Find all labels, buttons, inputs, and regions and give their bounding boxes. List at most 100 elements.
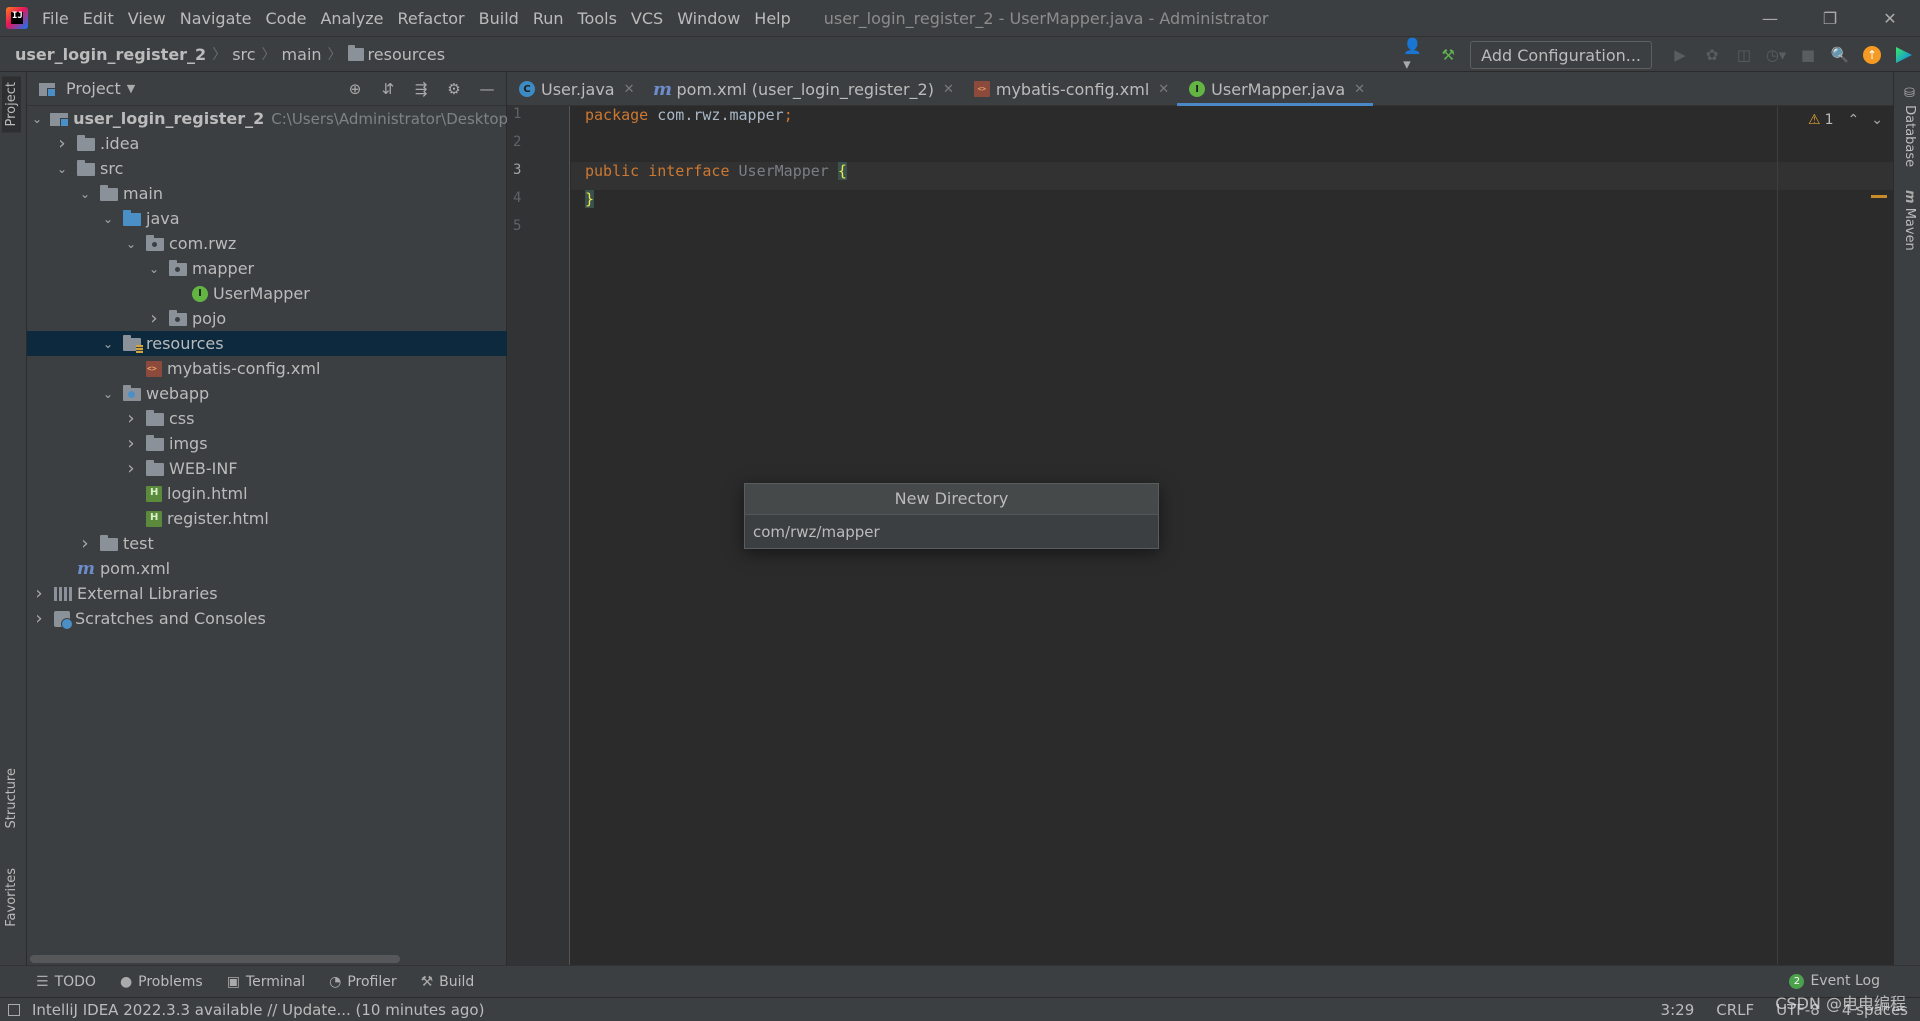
close-icon[interactable]: ✕ xyxy=(1158,82,1169,97)
structure-stripe-tab[interactable]: Structure xyxy=(2,762,21,834)
line-number[interactable]: 2 xyxy=(507,134,569,162)
chevron-right-icon[interactable]: › xyxy=(78,533,92,554)
tree-row[interactable]: › .idea xyxy=(27,131,507,156)
menu-vcs[interactable]: VCS xyxy=(624,9,670,28)
update-icon[interactable]: ↑ xyxy=(1859,42,1885,68)
tool-windows-icon[interactable] xyxy=(8,1003,20,1016)
close-icon[interactable]: ✕ xyxy=(1860,0,1920,36)
menu-window[interactable]: Window xyxy=(670,9,747,28)
close-icon[interactable]: ✕ xyxy=(624,82,635,97)
chevron-right-icon[interactable]: › xyxy=(124,433,138,454)
chevron-right-icon[interactable]: › xyxy=(124,408,138,429)
chevron-right-icon[interactable]: › xyxy=(32,608,46,629)
menu-code[interactable]: Code xyxy=(259,9,314,28)
breadcrumb-resources[interactable]: resources xyxy=(368,45,446,64)
status-message[interactable]: IntelliJ IDEA 2022.3.3 available // Upda… xyxy=(32,1001,484,1019)
tree-row[interactable]: ›mybatis-config.xml xyxy=(27,356,507,381)
tree-row[interactable]: ⌄ user_login_register_2 C:\Users\Administr… xyxy=(27,106,546,131)
chevron-down-icon[interactable]: ⌄ xyxy=(78,187,92,201)
tree-row[interactable]: › pojo xyxy=(27,306,507,331)
gear-icon[interactable]: ⚙ xyxy=(441,76,467,102)
tree-row[interactable]: ›login.html xyxy=(27,481,507,506)
line-number[interactable]: 4 xyxy=(507,190,569,218)
minimize-icon[interactable]: — xyxy=(1740,0,1800,36)
database-stripe-tab[interactable]: ⛁ Database xyxy=(1902,86,1917,167)
debug-icon[interactable]: ✿ xyxy=(1699,42,1725,68)
caret-position[interactable]: 3:29 xyxy=(1661,1001,1695,1019)
chevron-right-icon[interactable]: › xyxy=(124,458,138,479)
tree-row[interactable]: ⌄ main xyxy=(27,181,507,206)
tool-button-build[interactable]: ⚒ Build xyxy=(421,974,475,990)
tree-row[interactable]: › WEB-INF xyxy=(27,456,507,481)
chevron-down-icon[interactable]: ⌄ xyxy=(101,387,115,401)
tree-row[interactable]: ⌄ com.rwz xyxy=(27,231,507,256)
chevron-down-icon[interactable]: ⌄ xyxy=(101,212,115,226)
favorites-stripe-tab[interactable]: Favorites xyxy=(2,862,21,933)
chevron-right-icon[interactable]: › xyxy=(147,308,161,329)
code-line-1[interactable]: package com.rwz.mapper; xyxy=(571,106,1893,134)
chevron-down-icon[interactable]: ⌄ xyxy=(147,262,161,276)
code-line-4[interactable]: } xyxy=(571,190,1893,218)
tree-row[interactable]: ›IUserMapper xyxy=(27,281,507,306)
event-log-button[interactable]: 2 Event Log xyxy=(1789,973,1880,989)
code-with-me-icon[interactable] xyxy=(1891,42,1917,68)
tree-row[interactable]: ⌄ java xyxy=(27,206,507,231)
tree-row[interactable]: › Scratches and Consoles xyxy=(27,606,507,631)
menu-run[interactable]: Run xyxy=(526,9,571,28)
profile-icon[interactable]: ◷▾ xyxy=(1763,42,1789,68)
chevron-down-icon[interactable]: ⌄ xyxy=(124,237,138,251)
menu-view[interactable]: View xyxy=(121,9,173,28)
menu-help[interactable]: Help xyxy=(747,9,797,28)
code-line-3[interactable]: public interface UserMapper { xyxy=(571,162,1893,190)
editor-tab[interactable]: C User.java ✕ xyxy=(507,72,643,106)
tool-button-profiler[interactable]: ◔ Profiler xyxy=(329,974,397,990)
tool-button-todo[interactable]: ☰ TODO xyxy=(36,974,96,990)
chevron-down-icon[interactable]: ⌄ xyxy=(32,112,42,126)
tree-row[interactable]: ⌄ mapper xyxy=(27,256,507,281)
stop-icon[interactable]: ■ xyxy=(1795,42,1821,68)
code-line-5[interactable] xyxy=(571,218,1893,246)
line-number[interactable]: 1 xyxy=(507,106,569,134)
line-number[interactable]: 3 xyxy=(507,162,569,190)
menu-navigate[interactable]: Navigate xyxy=(173,9,259,28)
breadcrumb-main[interactable]: main xyxy=(282,45,322,64)
tree-row[interactable]: › css xyxy=(27,406,507,431)
project-tree[interactable]: ⌄ user_login_register_2 C:\Users\Administr… xyxy=(27,106,546,631)
menu-tools[interactable]: Tools xyxy=(571,9,624,28)
tree-row[interactable]: ⌄ resources xyxy=(27,331,507,356)
directory-name-input[interactable] xyxy=(745,515,1158,548)
close-icon[interactable]: ✕ xyxy=(943,82,954,97)
breadcrumb-src[interactable]: src xyxy=(232,45,255,64)
expand-all-icon[interactable]: ⇵ xyxy=(375,76,401,102)
menu-file[interactable]: File xyxy=(38,9,76,28)
menu-refactor[interactable]: Refactor xyxy=(391,9,472,28)
menu-build[interactable]: Build xyxy=(472,9,526,28)
user-icon[interactable]: 👤▾ xyxy=(1403,37,1429,73)
tree-row[interactable]: ›mpom.xml xyxy=(27,556,507,581)
editor-tab[interactable]: m pom.xml (user_login_register_2) ✕ xyxy=(643,72,962,106)
tree-row[interactable]: › test xyxy=(27,531,507,556)
chevron-right-icon[interactable]: › xyxy=(55,133,69,154)
chevron-down-icon[interactable]: ⌄ xyxy=(101,337,115,351)
tree-row[interactable]: ⌄ webapp xyxy=(27,381,507,406)
hide-icon[interactable]: — xyxy=(474,76,500,102)
inspection-widget[interactable]: ⚠ 1 ⌃ ⌄ xyxy=(1808,112,1883,128)
collapse-all-icon[interactable]: ⇶ xyxy=(408,76,434,102)
project-view-selector[interactable]: Project xyxy=(66,79,121,98)
breadcrumb-project[interactable]: user_login_register_2 xyxy=(15,45,206,64)
tree-row[interactable]: › External Libraries xyxy=(27,581,507,606)
project-stripe-tab[interactable]: Project xyxy=(2,76,21,133)
horizontal-scrollbar[interactable] xyxy=(30,955,400,963)
menu-analyze[interactable]: Analyze xyxy=(313,9,390,28)
tree-row[interactable]: ›register.html xyxy=(27,506,507,531)
restore-icon[interactable]: ❐ xyxy=(1800,0,1860,36)
chevron-down-icon[interactable]: ⌄ xyxy=(55,162,69,176)
search-icon[interactable]: 🔍 xyxy=(1827,42,1853,68)
editor-tab[interactable]: I UserMapper.java ✕ xyxy=(1177,72,1373,106)
previous-highlight-icon[interactable]: ⌃ xyxy=(1848,112,1860,128)
line-separator[interactable]: CRLF xyxy=(1716,1001,1754,1019)
coverage-icon[interactable]: ◫ xyxy=(1731,42,1757,68)
maven-stripe-tab[interactable]: m Maven xyxy=(1902,190,1917,251)
close-icon[interactable]: ✕ xyxy=(1354,82,1365,97)
line-number[interactable]: 5 xyxy=(507,218,569,246)
